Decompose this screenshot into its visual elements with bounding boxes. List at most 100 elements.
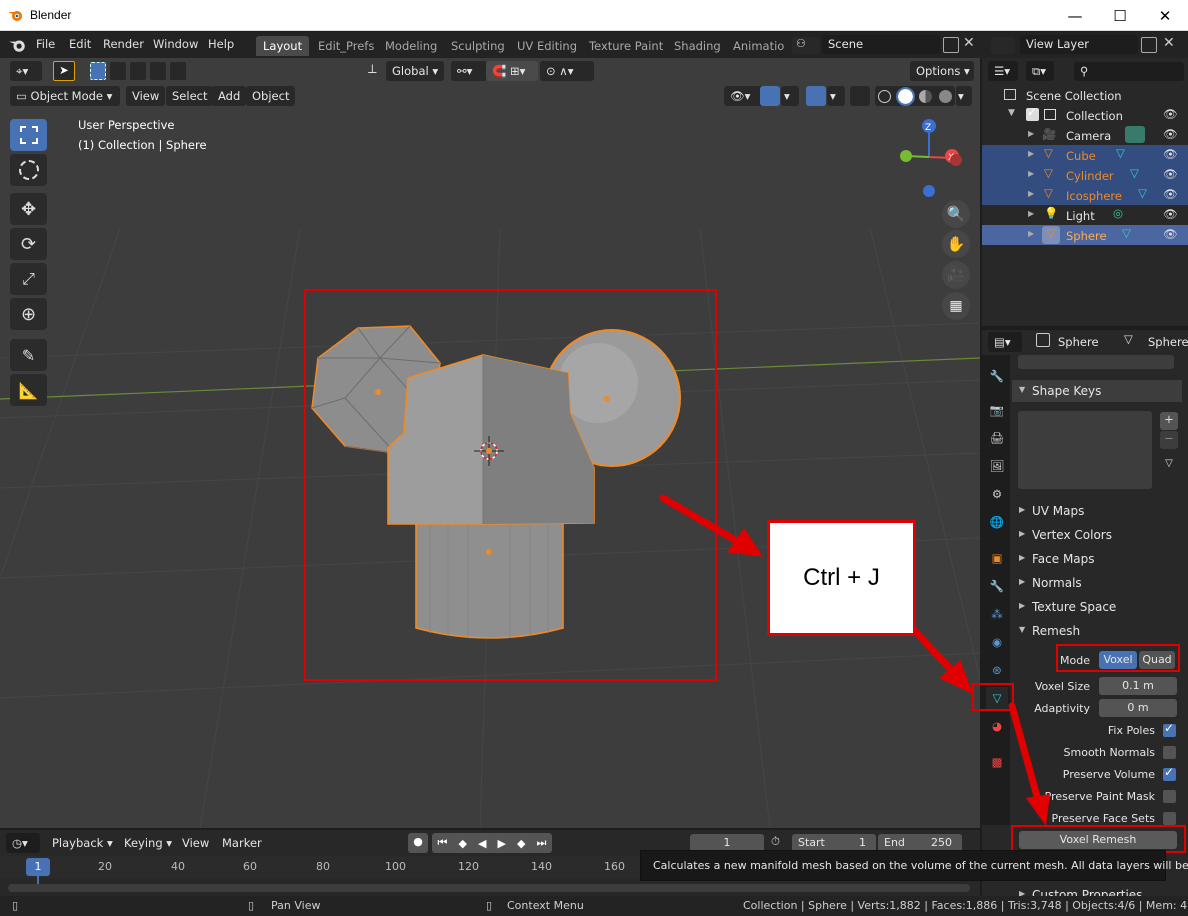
visibility-icon[interactable]: 👁 (1163, 127, 1178, 141)
playhead-frame[interactable]: 1 (26, 858, 50, 876)
preserve-volume-checkbox[interactable] (1163, 765, 1176, 781)
visibility-icon[interactable]: 👁▾ (724, 86, 764, 106)
output-tab-icon[interactable]: 🖨 (986, 427, 1008, 449)
editor-type-icon[interactable]: ⌖▾ (10, 61, 42, 81)
menu-help[interactable]: Help (208, 37, 234, 51)
menu-view[interactable]: View (126, 86, 166, 106)
visibility-icon[interactable]: 👁 (1163, 167, 1178, 181)
tab-animation[interactable]: Animatio (726, 36, 784, 56)
tab-layout[interactable]: Layout (256, 36, 310, 56)
tab-shading[interactable]: Shading (667, 36, 728, 56)
menu-file[interactable]: File (36, 37, 55, 51)
outliner-item-icosphere[interactable]: ▶ ▽ Icosphere ▽ 👁 (982, 185, 1188, 205)
voxel-size-field[interactable]: 0.1 m (1099, 677, 1177, 695)
menu-window[interactable]: Window (153, 37, 198, 51)
move-tool[interactable]: ✥ (10, 193, 47, 225)
shading-mode-buttons[interactable] (875, 86, 955, 106)
collection-expand-icon[interactable]: ▼ (1008, 108, 1015, 118)
jump-end-icon[interactable]: ⏭ (537, 836, 547, 850)
panel-shape-keys[interactable]: ▼ Shape Keys (1012, 380, 1182, 402)
overlays-toggle-icon[interactable] (806, 86, 826, 106)
panel-remesh[interactable]: ▼ Remesh (1012, 620, 1182, 642)
zoom-icon[interactable]: 🔍 (942, 200, 970, 228)
new-scene-icon[interactable] (943, 37, 959, 53)
pivot-point-icon[interactable]: ⚯▾ (451, 61, 487, 81)
menu-edit[interactable]: Edit (69, 37, 91, 51)
annotate-tool[interactable]: ✎ (10, 339, 47, 371)
outliner-search-input[interactable]: ⚲ (1074, 62, 1184, 81)
rotate-tool[interactable]: ⟳ (10, 228, 47, 260)
panel-vertex-colors[interactable]: ▶ Vertex Colors (1012, 524, 1182, 546)
measure-tool[interactable]: 📐 (10, 374, 47, 406)
scene-tab-icon[interactable]: ⚙ (986, 483, 1008, 505)
tab-texture-paint[interactable]: Texture Paint (582, 36, 670, 56)
playback-menu[interactable]: Playback ▾ (46, 833, 116, 853)
select-tweak-icon[interactable]: ➤ (53, 61, 75, 81)
menu-render[interactable]: Render (103, 37, 144, 51)
remesh-mode-voxel[interactable]: Voxel (1099, 651, 1137, 669)
transform-tool[interactable]: ⊕ (10, 298, 47, 330)
view-layer-field[interactable]: View Layer (1020, 35, 1138, 54)
outliner-item-light[interactable]: ▶ 💡 Light ◎ 👁 (982, 205, 1188, 225)
minimize-button[interactable]: — (1052, 0, 1098, 31)
outliner-item-cylinder[interactable]: ▶ ▽ Cylinder ▽ 👁 (982, 165, 1188, 185)
visibility-icon[interactable]: 👁 (1163, 227, 1178, 241)
timeline-scrollbar[interactable] (8, 884, 970, 892)
shape-keys-list[interactable] (1018, 411, 1152, 489)
tab-edit-prefs[interactable]: Edit_Prefs (311, 36, 381, 56)
menu-add[interactable]: Add (212, 86, 247, 106)
select-box-tool[interactable] (10, 119, 47, 151)
collection-visibility-icon[interactable]: 👁 (1163, 107, 1178, 121)
panel-custom-properties[interactable]: ▶ Custom Properties (1012, 884, 1182, 896)
shading-dropdown-icon[interactable]: ▾ (956, 86, 972, 106)
xray-toggle-icon[interactable] (850, 86, 870, 106)
collection-row[interactable]: ▼ Collection 👁 (982, 105, 1188, 125)
menu-select[interactable]: Select (166, 86, 214, 106)
next-keyframe-icon[interactable]: ◆ (517, 837, 525, 850)
cursor-tool[interactable] (10, 154, 47, 186)
scale-tool[interactable]: ⤢ (10, 263, 47, 295)
properties-editor-type-icon[interactable]: ▤▾ (988, 332, 1022, 352)
preserve-paint-mask-checkbox[interactable] (1163, 790, 1176, 803)
adaptivity-field[interactable]: 0 m (1099, 699, 1177, 717)
overlays-dropdown-icon[interactable]: ▾ (827, 86, 845, 106)
camera-view-icon[interactable]: 🎥 (942, 261, 970, 289)
snap-icon[interactable]: 🧲 ⊞▾ (486, 61, 538, 81)
collection-include-checkbox[interactable] (1026, 105, 1039, 121)
panel-uv-maps[interactable]: ▶ UV Maps (1012, 500, 1182, 522)
play-icon[interactable]: ▶ (498, 837, 506, 850)
remove-shape-key-button[interactable]: − (1160, 431, 1178, 449)
new-view-layer-icon[interactable] (1141, 37, 1157, 53)
record-icon[interactable]: ● (408, 833, 428, 853)
timeline-view-menu[interactable]: View (176, 833, 215, 853)
outliner-editor-type-icon[interactable]: ☰▾ (988, 61, 1018, 81)
modifiers-tab-icon[interactable]: 🔧 (986, 575, 1008, 597)
physics-tab-icon[interactable]: ◉ (986, 631, 1008, 653)
3d-viewport[interactable]: ⌖▾ ➤ ⟂ Global ▾ ⚯▾ 🧲 ⊞▾ ⊙ ∧▾ Options ▾ ▭… (0, 58, 980, 828)
outliner-item-cube[interactable]: ▶ ▽ Cube ▽ 👁 (982, 145, 1188, 165)
scene-selector-icon[interactable]: ⚇ (792, 37, 820, 54)
object-tab-icon[interactable]: ▣ (986, 547, 1008, 569)
timeline-marker-menu[interactable]: Marker (216, 833, 268, 853)
outliner-item-camera[interactable]: ▶ 🎥 Camera 👁 (982, 125, 1188, 145)
scene-name-field[interactable]: Scene (822, 35, 940, 54)
remove-view-layer-icon[interactable]: ✕ (1163, 35, 1175, 51)
navigation-gizmo[interactable]: Z X (890, 118, 970, 203)
visibility-icon[interactable]: 👁 (1163, 207, 1178, 221)
playback-controls[interactable]: ⏮ ◆ ◀ ▶ ◆ ⏭ (432, 833, 552, 853)
view-layer-tab-icon[interactable]: 🖼 (986, 455, 1008, 477)
world-tab-icon[interactable]: 🌐 (986, 511, 1008, 533)
close-button[interactable]: ✕ (1142, 0, 1188, 31)
constraints-tab-icon[interactable]: ⊛ (986, 659, 1008, 681)
particles-tab-icon[interactable]: ⁂ (986, 603, 1008, 625)
jump-start-icon[interactable]: ⏮ (438, 836, 448, 850)
gizmo-toggle-icon[interactable] (760, 86, 780, 106)
gizmo-dropdown-icon[interactable]: ▾ (781, 86, 799, 106)
remove-scene-icon[interactable]: ✕ (963, 35, 975, 51)
options-dropdown[interactable]: Options ▾ (910, 61, 974, 81)
mode-dropdown[interactable]: ▭ Object Mode ▾ (10, 86, 120, 106)
tab-sculpting[interactable]: Sculpting (444, 36, 512, 56)
clock-icon[interactable]: ⏱ (771, 834, 780, 849)
remesh-mode-quad[interactable]: Quad (1139, 651, 1175, 669)
play-reverse-icon[interactable]: ◀ (478, 837, 486, 850)
